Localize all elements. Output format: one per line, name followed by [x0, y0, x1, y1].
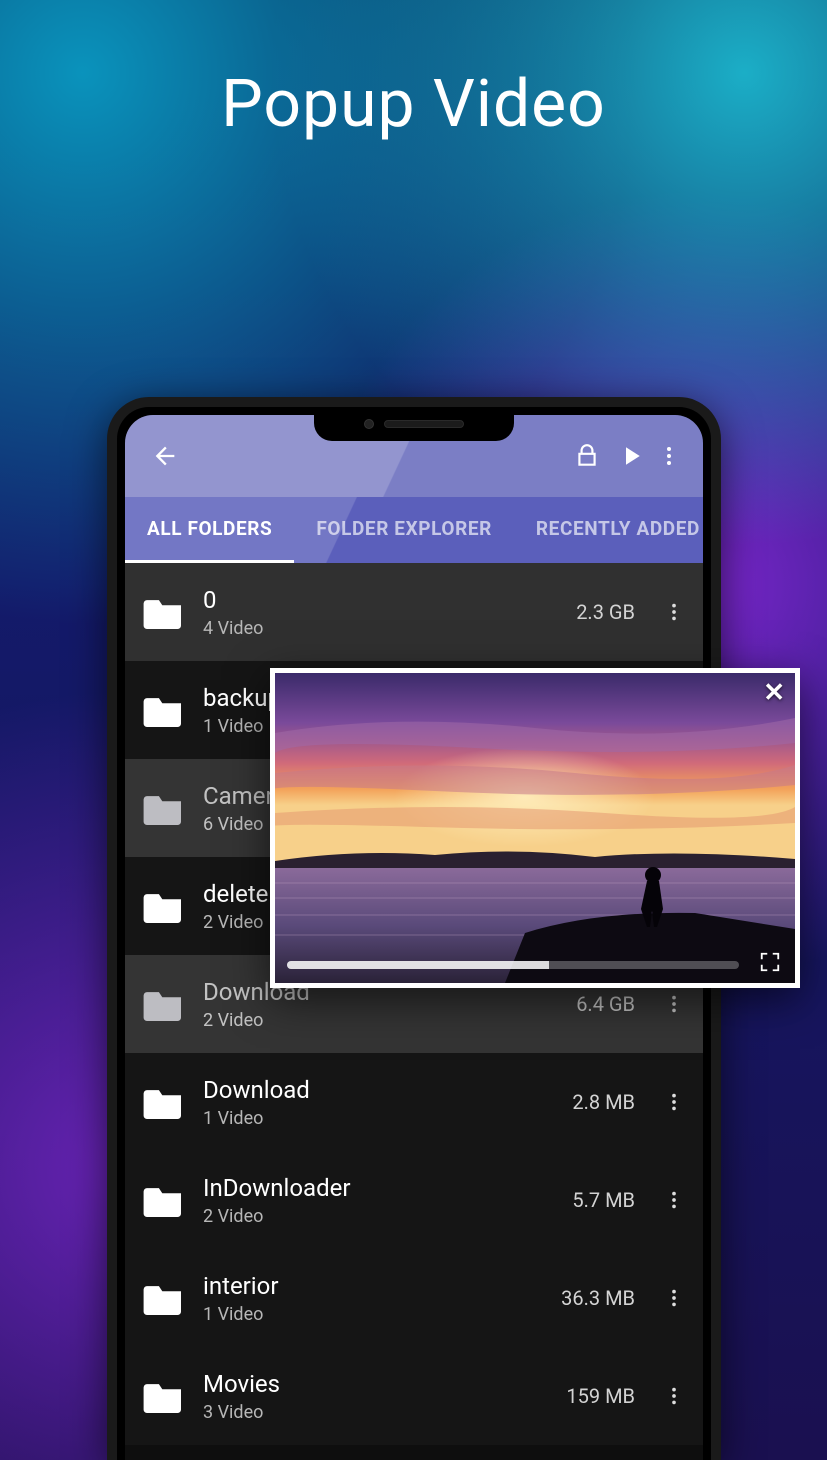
- folder-icon: [143, 1183, 185, 1217]
- folder-size: 6.4 GB: [576, 992, 635, 1016]
- folder-icon: [143, 1379, 185, 1413]
- folder-more-button[interactable]: [659, 1385, 689, 1407]
- play-button[interactable]: [609, 434, 653, 478]
- folder-name: Movies: [203, 1370, 548, 1398]
- phone-notch: [314, 407, 514, 441]
- popup-fullscreen-button[interactable]: [759, 951, 781, 973]
- folder-name: Download: [203, 1076, 554, 1104]
- folder-row[interactable]: 0 4 Video 2.3 GB: [125, 563, 703, 661]
- popup-video-frame: [275, 673, 795, 983]
- overflow-button[interactable]: [653, 434, 685, 478]
- play-icon: [616, 441, 646, 471]
- folder-more-button[interactable]: [659, 993, 689, 1015]
- folder-icon: [143, 693, 185, 727]
- back-button[interactable]: [143, 434, 187, 478]
- folder-icon: [143, 987, 185, 1021]
- folder-name: InDownloader: [203, 1174, 554, 1202]
- popup-video[interactable]: ✕: [270, 668, 800, 988]
- popup-close-button[interactable]: ✕: [763, 679, 785, 705]
- back-arrow-icon: [151, 442, 179, 470]
- page-title: Popup Video: [0, 66, 827, 143]
- folder-size: 5.7 MB: [572, 1188, 635, 1212]
- folder-sub: 1 Video: [203, 1304, 543, 1325]
- folder-text: Download 1 Video: [203, 1076, 554, 1129]
- tab-folder-explorer[interactable]: FOLDER EXPLORER: [294, 497, 514, 563]
- folder-more-button[interactable]: [659, 1091, 689, 1113]
- popup-video-content: ✕: [275, 673, 795, 983]
- folder-name: interior: [203, 1272, 543, 1300]
- folder-size: 36.3 MB: [561, 1286, 635, 1310]
- folder-more-button[interactable]: [659, 601, 689, 623]
- folder-size: 2.8 MB: [572, 1090, 635, 1114]
- tab-recently-added[interactable]: RECENTLY ADDED: [514, 497, 703, 563]
- more-vert-icon: [657, 444, 681, 468]
- folder-sub: 3 Video: [203, 1402, 548, 1423]
- folder-row[interactable]: InDownloader 2 Video 5.7 MB: [125, 1151, 703, 1249]
- tab-bar: ALL FOLDERSFOLDER EXPLORERRECENTLY ADDED: [125, 497, 703, 563]
- folder-text: InDownloader 2 Video: [203, 1174, 554, 1227]
- folder-text: Movies 3 Video: [203, 1370, 548, 1423]
- folder-row[interactable]: interior 1 Video 36.3 MB: [125, 1249, 703, 1347]
- fullscreen-icon: [759, 951, 781, 973]
- folder-name: 0: [203, 586, 558, 614]
- folder-icon: [143, 791, 185, 825]
- folder-sub: 2 Video: [203, 1010, 558, 1031]
- folder-icon: [143, 595, 185, 629]
- front-camera-icon: [364, 419, 374, 429]
- lock-button[interactable]: [565, 434, 609, 478]
- folder-sub: 2 Video: [203, 1206, 554, 1227]
- popup-progress[interactable]: [287, 961, 739, 969]
- folder-icon: [143, 889, 185, 923]
- folder-more-button[interactable]: [659, 1189, 689, 1211]
- folder-icon: [143, 1085, 185, 1119]
- lock-icon: [574, 443, 600, 469]
- folder-more-button[interactable]: [659, 1287, 689, 1309]
- folder-row[interactable]: Download 1 Video 2.8 MB: [125, 1053, 703, 1151]
- folder-size: 159 MB: [566, 1384, 635, 1408]
- folder-icon: [143, 1281, 185, 1315]
- folder-row[interactable]: Movies 3 Video 159 MB: [125, 1347, 703, 1445]
- folder-sub: 4 Video: [203, 618, 558, 639]
- folder-text: 0 4 Video: [203, 586, 558, 639]
- folder-sub: 1 Video: [203, 1108, 554, 1129]
- folder-text: interior 1 Video: [203, 1272, 543, 1325]
- speaker-icon: [384, 420, 464, 428]
- folder-size: 2.3 GB: [576, 600, 635, 624]
- tab-all-folders[interactable]: ALL FOLDERS: [125, 497, 294, 563]
- popup-progress-fill: [287, 961, 549, 969]
